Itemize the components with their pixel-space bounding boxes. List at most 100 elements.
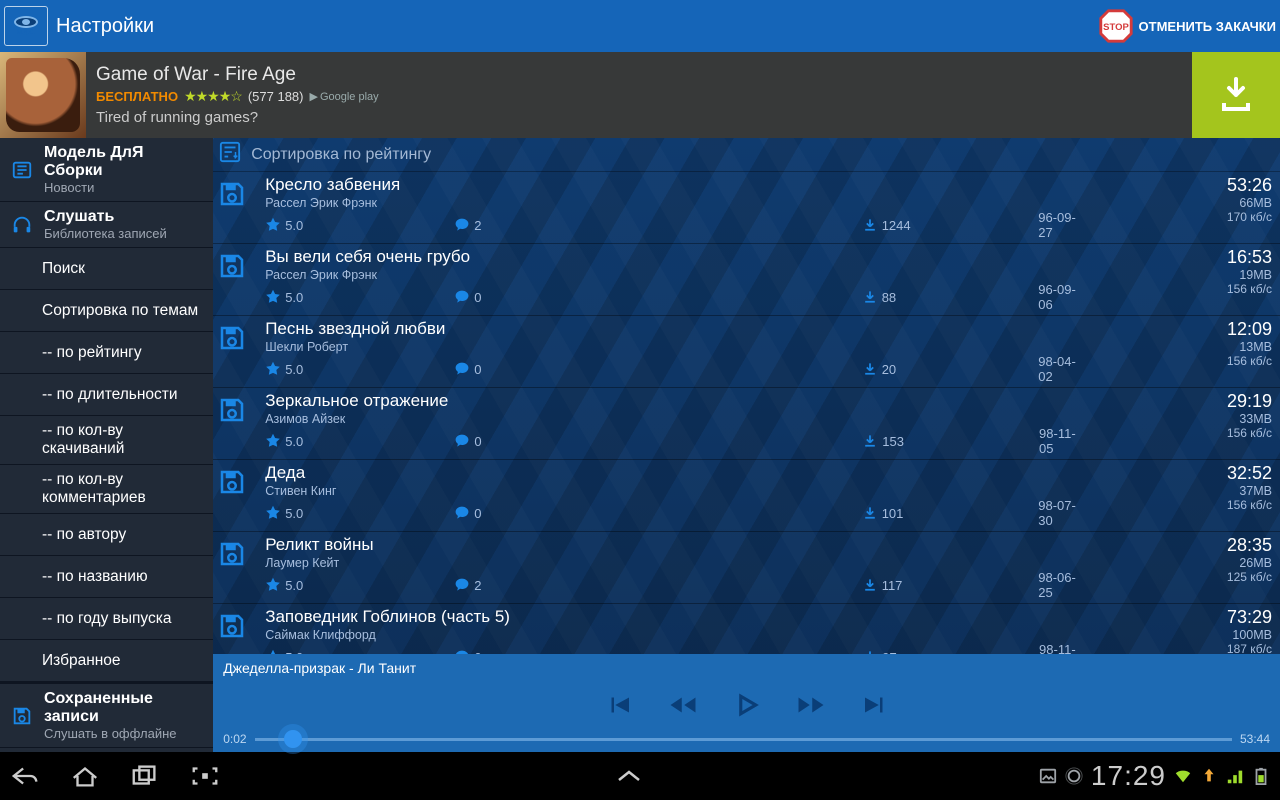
sidebar-item[interactable]: -- по году выпуска	[0, 598, 213, 640]
track-name: Кресло забвения	[265, 175, 1086, 196]
play-button[interactable]	[732, 690, 762, 720]
sort-bar[interactable]: Сортировка по рейтингу	[213, 138, 1280, 172]
sidebar-item[interactable]: Сортировка по темам	[0, 290, 213, 332]
track-downloads: 1244	[862, 217, 945, 233]
signal-icon	[1226, 767, 1244, 785]
ad-title: Game of War - Fire Age	[96, 64, 1182, 86]
track-author: Рассел Эрик Фрэнк	[265, 268, 1086, 282]
sidebar-item-title: Поиск	[42, 260, 85, 278]
track-name: Зеркальное отражение	[265, 391, 1086, 412]
track-bitrate: 156 кб/с	[1092, 282, 1272, 312]
battery-icon	[1252, 767, 1270, 785]
track-duration: 29:19	[1092, 391, 1272, 412]
track-rating: 5.0	[265, 505, 320, 521]
track-size: 100MB	[1092, 628, 1272, 642]
track-date: 98-11-05	[1039, 426, 1086, 456]
gallery-status-icon	[1039, 767, 1057, 785]
track-rating: 5.0	[265, 289, 320, 305]
sidebar-item[interactable]: СлушатьБиблиотека записей	[0, 202, 213, 248]
sidebar-item-title: -- по рейтингу	[42, 344, 142, 362]
sidebar-item[interactable]: Поиск	[0, 248, 213, 290]
sort-label: Сортировка по рейтингу	[251, 146, 431, 164]
track-size: 66MB	[1092, 196, 1272, 210]
floppy-icon	[217, 607, 259, 654]
seek-bar[interactable]	[255, 738, 1232, 741]
track-list: Кресло забвения 53:26 Рассел Эрик Фрэнк 66M…	[213, 172, 1280, 654]
floppy-icon	[217, 391, 259, 456]
sidebar-item[interactable]: -- по кол-ву скачиваний	[0, 416, 213, 465]
sidebar-item-title: -- по длительности	[42, 386, 178, 404]
track-comments: 0	[454, 433, 638, 449]
sidebar-item-subtitle: Библиотека записей	[44, 226, 167, 241]
sidebar-item-title: Модель ДлЯ Сборки	[44, 144, 203, 180]
sidebar-item[interactable]: -- по названию	[0, 556, 213, 598]
track-downloads: 153	[862, 433, 945, 449]
track-duration: 73:29	[1092, 607, 1272, 628]
track-rating: 5.0	[265, 577, 320, 593]
track-item[interactable]: Заповедник Гоблинов (часть 5)73:29Саймак…	[213, 604, 1280, 654]
skip-next-button[interactable]	[860, 690, 890, 720]
ad-review-count: (577 188)	[248, 89, 304, 104]
track-duration: 53:26	[1092, 175, 1272, 196]
track-item[interactable]: Деда32:52Стивен Кинг37MB5.0010198-07-301…	[213, 460, 1280, 532]
sidebar-item[interactable]: -- по рейтингу	[0, 332, 213, 374]
system-navbar: 17:29	[0, 752, 1280, 800]
sidebar-item[interactable]: -- по автору	[0, 514, 213, 556]
track-rating: 5.0	[265, 433, 320, 449]
svg-text:STOP: STOP	[1103, 22, 1129, 33]
sidebar-item[interactable]: Сохраненные записиСлушать в оффлайне	[0, 684, 213, 748]
track-item[interactable]: Вы вели себя очень грубо16:53Рассел Эрик…	[213, 244, 1280, 316]
sidebar-item-title: Сортировка по темам	[42, 302, 198, 320]
forward-button[interactable]	[796, 690, 826, 720]
player-bar: Джеделла-призрак - Ли Танит 0:02 53:44	[213, 654, 1280, 752]
track-size: 33MB	[1092, 412, 1272, 426]
ad-tagline: Tired of running games?	[96, 109, 1182, 126]
sidebar: Модель ДлЯ СборкиНовостиСлушатьБиблиотек…	[0, 138, 213, 752]
track-comments: 0	[454, 361, 637, 377]
track-bitrate: 125 кб/с	[1092, 570, 1272, 600]
track-rating: 5.0	[265, 361, 320, 377]
sidebar-item-title: Избранное	[42, 652, 121, 670]
track-size: 13MB	[1092, 340, 1272, 354]
player-duration: 53:44	[1240, 732, 1270, 746]
sidebar-item[interactable]: -- по длительности	[0, 374, 213, 416]
track-size: 19MB	[1092, 268, 1272, 282]
floppy-icon	[217, 319, 259, 384]
seek-thumb[interactable]	[284, 730, 302, 748]
upload-status-icon	[1200, 767, 1218, 785]
app-logo: М.Д.С.	[4, 6, 48, 46]
screenshot-button[interactable]	[190, 763, 220, 789]
sidebar-item-subtitle: Новости	[44, 180, 203, 195]
sidebar-item-title: -- по кол-ву комментариев	[42, 471, 203, 507]
rewind-button[interactable]	[668, 690, 698, 720]
track-item[interactable]: Зеркальное отражение 29:19 Азимов Айзек 33M…	[213, 388, 1280, 460]
sidebar-item[interactable]: Модель ДлЯ СборкиНовости	[0, 138, 213, 202]
back-button[interactable]	[10, 763, 40, 789]
sidebar-item-title: -- по году выпуска	[42, 610, 171, 628]
ad-price: БЕСПЛАТНО	[96, 89, 178, 104]
ad-download-button[interactable]	[1192, 52, 1280, 138]
track-name: Песнь звездной любви	[265, 319, 1086, 340]
track-date: 98-04-02	[1038, 354, 1086, 384]
track-downloads: 88	[862, 289, 945, 305]
track-author: Шекли Роберт	[265, 340, 1086, 354]
sidebar-item[interactable]: Избранное	[0, 640, 213, 682]
track-item[interactable]: Реликт войны28:35Лаумер Кейт26MB5.021179…	[213, 532, 1280, 604]
track-item[interactable]: Песнь звездной любви12:09Шекли Роберт13M…	[213, 316, 1280, 388]
sidebar-item-title: -- по кол-ву скачиваний	[42, 422, 203, 458]
expand-navbar-icon[interactable]	[616, 769, 642, 783]
track-duration: 28:35	[1092, 535, 1272, 556]
sidebar-item[interactable]: -- по кол-ву комментариев	[0, 465, 213, 514]
skip-prev-button[interactable]	[604, 690, 634, 720]
sidebar-item-title: Сохраненные записи	[44, 690, 203, 726]
ad-banner[interactable]: Game of War - Fire Age БЕСПЛАТНО ★★★★☆ (…	[0, 52, 1280, 138]
track-duration: 32:52	[1092, 463, 1272, 484]
home-button[interactable]	[70, 763, 100, 789]
cancel-downloads-button[interactable]: STOP ОТМЕНИТЬ ЗАКАЧКИ	[1097, 7, 1276, 45]
recent-apps-button[interactable]	[130, 763, 160, 789]
track-bitrate: 156 кб/с	[1092, 426, 1272, 456]
track-author: Азимов Айзек	[265, 412, 1086, 426]
track-item[interactable]: Кресло забвения53:26Рассел Эрик Фрэнк66M…	[213, 172, 1280, 244]
sidebar-item-title: Слушать	[44, 208, 167, 226]
now-playing-title: Джеделла-призрак - Ли Танит	[213, 654, 1280, 678]
